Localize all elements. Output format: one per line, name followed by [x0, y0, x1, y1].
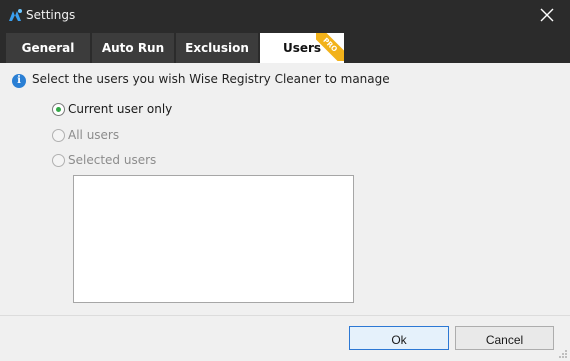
title-bar: Settings — [0, 0, 570, 32]
info-icon: i — [12, 74, 26, 88]
users-listbox[interactable] — [73, 175, 354, 303]
radio-selected-users[interactable]: Selected users — [52, 153, 156, 167]
radio-current-user-circle[interactable] — [52, 102, 65, 116]
tab-general[interactable]: General — [6, 33, 90, 63]
tab-auto-run[interactable]: Auto Run — [92, 33, 174, 63]
radio-all-users-label: All users — [68, 128, 120, 142]
info-text: Select the users you wish Wise Registry … — [32, 72, 390, 86]
cancel-button[interactable]: Cancel — [455, 326, 554, 350]
dialog-footer: Ok Cancel — [0, 315, 570, 361]
tab-exclusion[interactable]: Exclusion — [176, 33, 258, 63]
ok-button[interactable]: Ok — [349, 326, 449, 350]
settings-dialog: Settings General Auto Run Exclusion User… — [0, 0, 570, 361]
window-title: Settings — [26, 8, 76, 22]
tab-bar: General Auto Run Exclusion Users PRO — [0, 32, 570, 63]
radio-current-user[interactable]: Current user only — [52, 102, 172, 116]
pro-badge-label: PRO — [316, 33, 344, 61]
radio-all-users[interactable]: All users — [52, 128, 119, 142]
app-logo-icon — [9, 9, 22, 21]
users-panel: i Select the users you wish Wise Registr… — [0, 63, 570, 315]
radio-selected-users-circle[interactable] — [52, 153, 65, 167]
close-icon[interactable] — [538, 6, 556, 24]
tab-users[interactable]: Users PRO — [260, 33, 344, 63]
radio-current-user-label: Current user only — [68, 102, 173, 116]
radio-all-users-circle[interactable] — [52, 128, 65, 142]
radio-selected-users-label: Selected users — [68, 153, 157, 167]
pro-badge: PRO — [316, 33, 344, 61]
resize-grip-icon[interactable] — [558, 349, 568, 359]
